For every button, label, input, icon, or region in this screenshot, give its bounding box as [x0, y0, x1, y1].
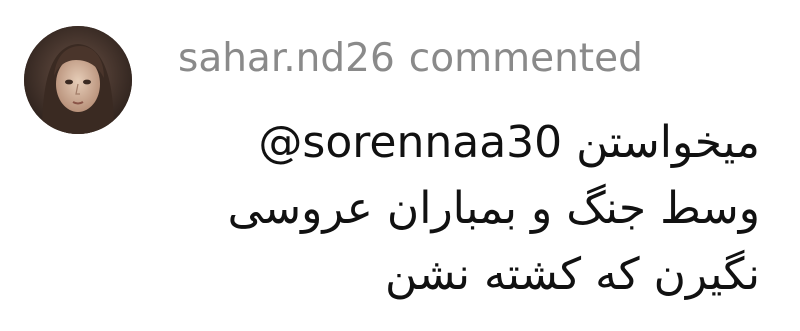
- comment-line-3: نگیرن که کشته نشن: [385, 249, 760, 300]
- user-avatar-icon: [24, 26, 132, 134]
- comment-action-label: commented: [408, 35, 643, 81]
- comment-word: میخواستن: [576, 117, 760, 168]
- username-link[interactable]: sahar.nd26: [178, 36, 395, 81]
- comment-text: میخواستن @sorennaa30 وسط جنگ و بمباران ع…: [160, 110, 760, 308]
- comment-header: sahar.nd26 commented: [178, 30, 643, 86]
- comment-line-2: وسط جنگ و بمباران عروسی: [227, 183, 760, 234]
- comment-line-1: میخواستن @sorennaa30: [160, 110, 760, 176]
- comment-item: sahar.nd26 commented میخواستن @sorennaa3…: [0, 0, 800, 331]
- avatar[interactable]: [24, 26, 132, 134]
- mention-link[interactable]: @sorennaa30: [258, 117, 562, 168]
